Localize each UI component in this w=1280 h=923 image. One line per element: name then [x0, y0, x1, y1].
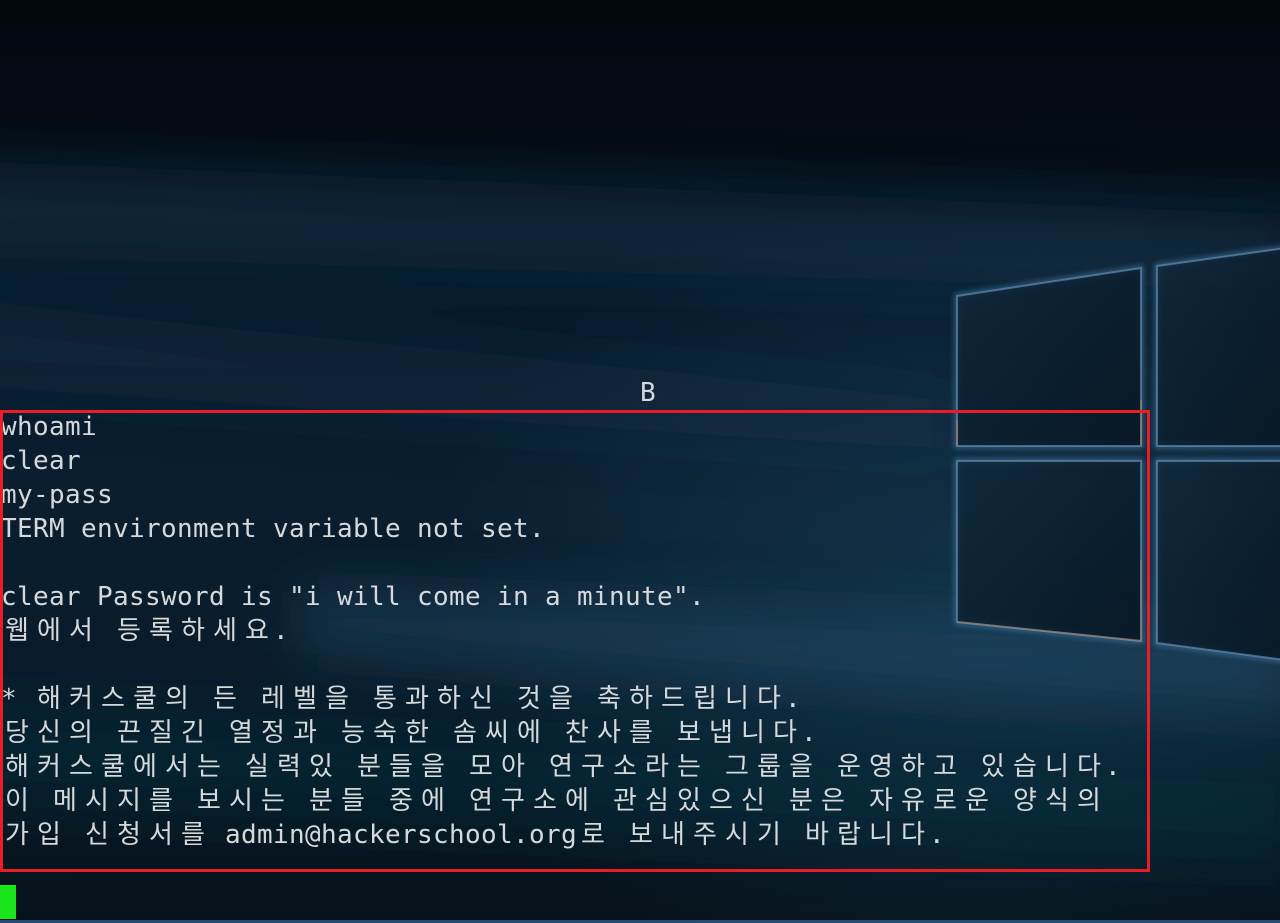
logo-pane: [1156, 460, 1280, 661]
terminal-top-char: B: [640, 376, 656, 410]
terminal-cursor: [0, 885, 16, 919]
highlight-box: [0, 410, 1150, 872]
logo-pane: [1156, 247, 1280, 447]
terminal-window[interactable]: B whoami clear my-pass TERM environment …: [0, 0, 1280, 923]
terminal-char: B: [640, 378, 656, 408]
